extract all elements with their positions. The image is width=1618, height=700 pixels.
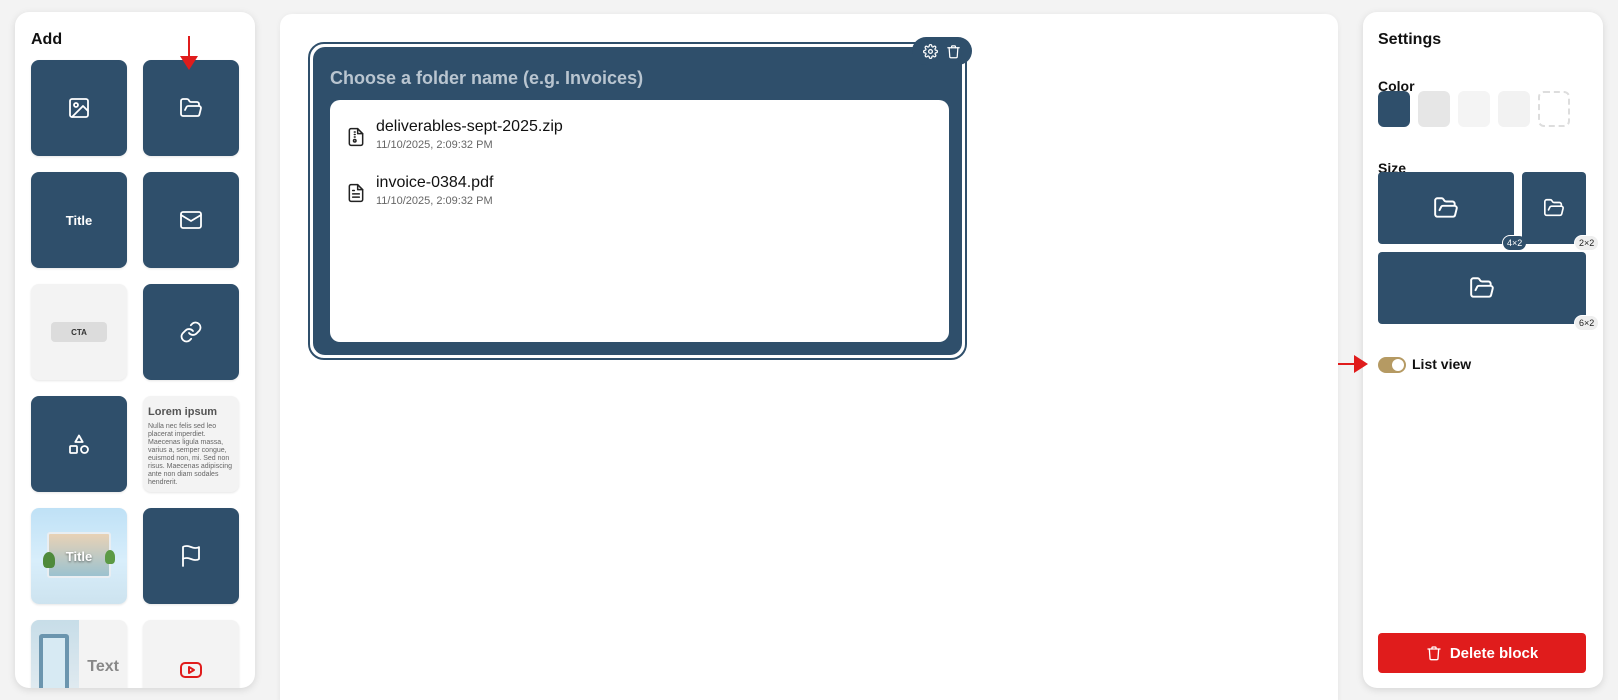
color-swatch-grey[interactable] xyxy=(1418,91,1450,127)
block-toolbar xyxy=(912,37,972,65)
lorem-heading: Lorem ipsum xyxy=(148,406,218,418)
file-list: deliverables-sept-2025.zip 11/10/2025, 2… xyxy=(330,100,949,342)
settings-title: Settings xyxy=(1378,31,1442,48)
size-option-4x2[interactable] xyxy=(1378,172,1514,244)
trash-icon xyxy=(1427,646,1441,661)
mail-icon xyxy=(180,211,202,229)
file-row[interactable]: invoice-0384.pdf 11/10/2025, 2:09:32 PM xyxy=(346,174,933,230)
file-row[interactable]: deliverables-sept-2025.zip 11/10/2025, 2… xyxy=(346,118,933,174)
color-swatch-none[interactable] xyxy=(1538,91,1570,127)
size-badge-2x2: 2×2 xyxy=(1574,235,1600,251)
folder-open-icon xyxy=(1434,197,1458,218)
add-text-block-tile[interactable]: Lorem ipsum Nulla nec felis sed leo plac… xyxy=(143,396,239,492)
cta-preview: CTA xyxy=(51,322,107,342)
add-panel: Add Title CTA Lorem ipsum Nulla nec feli… xyxy=(15,12,255,688)
plant-decoration xyxy=(43,552,55,568)
folder-block-body: Choose a folder name (e.g. Invoices) del… xyxy=(313,47,962,355)
zip-file-icon xyxy=(348,127,364,147)
plant-decoration xyxy=(105,550,115,564)
lorem-body: Nulla nec felis sed leo placerat imperdi… xyxy=(148,423,233,486)
folder-open-icon xyxy=(180,98,202,117)
add-shapes-tile[interactable] xyxy=(31,396,127,492)
file-name: deliverables-sept-2025.zip xyxy=(376,118,563,135)
color-swatch-lighter[interactable] xyxy=(1498,91,1530,127)
pointer-arrow-right xyxy=(1338,355,1368,373)
size-option-6x2[interactable] xyxy=(1378,252,1586,324)
add-image-text-tile[interactable]: Text xyxy=(31,620,127,688)
title-tile-label: Title xyxy=(65,212,93,228)
text-tile-label: Text xyxy=(87,658,119,675)
add-flag-tile[interactable] xyxy=(143,508,239,604)
link-icon xyxy=(180,321,202,343)
folder-name-input[interactable]: Choose a folder name (e.g. Invoices) xyxy=(330,68,643,89)
mirror-illustration xyxy=(31,620,79,688)
pointer-arrow-down xyxy=(180,36,198,70)
shapes-icon xyxy=(69,434,89,454)
folder-open-icon xyxy=(1470,277,1494,298)
image-icon xyxy=(69,98,89,118)
add-youtube-tile[interactable] xyxy=(143,620,239,688)
image-tile-title: Title xyxy=(65,548,93,564)
add-panel-title: Add xyxy=(31,31,63,48)
file-date: 11/10/2025, 2:09:32 PM xyxy=(376,195,493,207)
trash-icon[interactable] xyxy=(946,44,961,59)
list-view-label: List view xyxy=(1412,356,1472,372)
add-title-tile[interactable]: Title xyxy=(31,172,127,268)
file-name: invoice-0384.pdf xyxy=(376,174,494,191)
delete-block-button[interactable]: Delete block xyxy=(1378,633,1586,673)
youtube-icon xyxy=(180,662,202,678)
document-file-icon xyxy=(348,183,364,203)
color-swatch-light[interactable] xyxy=(1458,91,1490,127)
size-option-2x2[interactable] xyxy=(1522,172,1586,244)
gear-icon[interactable] xyxy=(923,43,938,59)
color-swatch-navy[interactable] xyxy=(1378,91,1410,127)
size-badge-6x2: 6×2 xyxy=(1574,315,1600,331)
flag-icon xyxy=(182,545,200,567)
file-date: 11/10/2025, 2:09:32 PM xyxy=(376,139,493,151)
add-image-tile[interactable] xyxy=(31,60,127,156)
add-link-tile[interactable] xyxy=(143,284,239,380)
add-image-title-tile[interactable]: Title xyxy=(31,508,127,604)
delete-block-label: Delete block xyxy=(1449,644,1539,662)
folder-open-icon xyxy=(1544,198,1564,217)
add-cta-tile[interactable]: CTA xyxy=(31,284,127,380)
add-email-tile[interactable] xyxy=(143,172,239,268)
settings-panel: Settings Color Size 4×2 2×2 6×2 List vie… xyxy=(1363,12,1603,688)
list-view-toggle[interactable] xyxy=(1378,357,1406,373)
folder-block[interactable]: Choose a folder name (e.g. Invoices) del… xyxy=(308,42,967,360)
add-folder-tile[interactable] xyxy=(143,60,239,156)
